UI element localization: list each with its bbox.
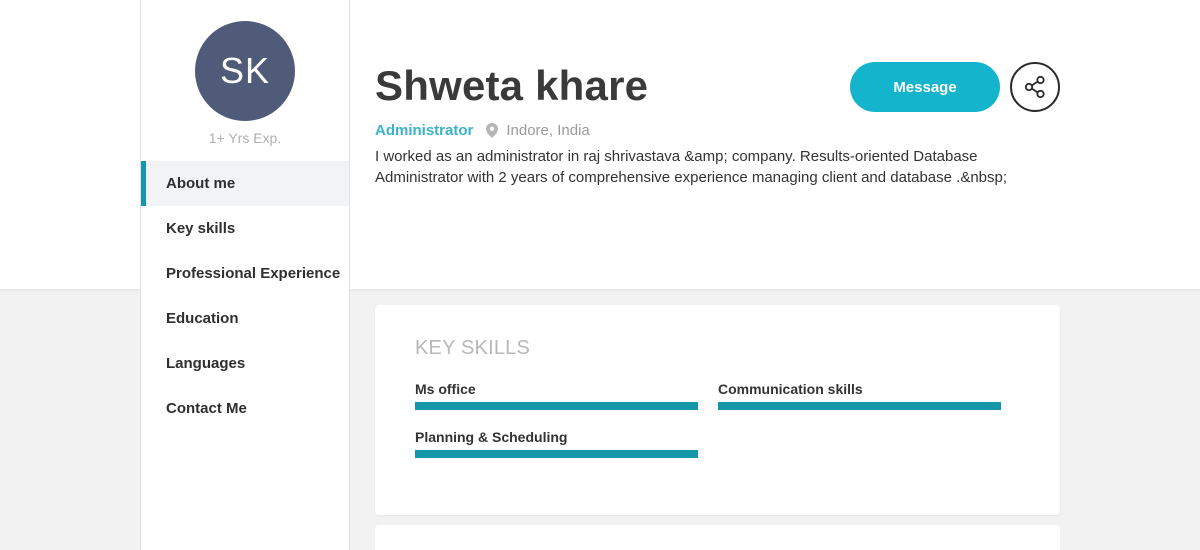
sidebar-item-label: About me xyxy=(166,175,236,192)
sidebar-item-label: Education xyxy=(166,310,239,327)
sidebar-nav: About me Key skills Professional Experie… xyxy=(141,161,349,431)
sidebar-item-professional-experience[interactable]: Professional Experience xyxy=(141,251,349,296)
skill-bar xyxy=(415,450,698,458)
skill-bar-fill xyxy=(415,402,698,410)
skill-item: Communication skills xyxy=(718,380,1001,410)
key-skills-title: KEY SKILLS xyxy=(415,337,531,359)
skill-bar-fill xyxy=(415,450,698,458)
sidebar-item-key-skills[interactable]: Key skills xyxy=(141,206,349,251)
sidebar-item-label: Languages xyxy=(166,355,246,372)
avatar: SK xyxy=(195,21,295,121)
profile-bio: I worked as an administrator in raj shri… xyxy=(375,148,1008,186)
share-button[interactable] xyxy=(1010,62,1060,112)
sidebar-item-about-me[interactable]: About me xyxy=(141,161,349,206)
sidebar: SK 1+ Yrs Exp. About me Key skills Profe… xyxy=(140,0,350,550)
sidebar-item-contact-me[interactable]: Contact Me xyxy=(141,386,349,431)
sidebar-item-label: Contact Me xyxy=(166,400,247,417)
skill-bar-fill xyxy=(718,402,1001,410)
skill-bar xyxy=(415,402,698,410)
profile-name: Shweta khare xyxy=(375,62,649,109)
location-pin-icon xyxy=(486,122,499,138)
sidebar-item-label: Professional Experience xyxy=(166,265,341,282)
role-location-row: Administrator Indore, India xyxy=(375,120,590,140)
skill-item: Ms office xyxy=(415,380,698,410)
skill-label: Planning & Scheduling xyxy=(415,429,568,445)
skill-bar xyxy=(718,402,1001,410)
skill-label: Communication skills xyxy=(718,381,863,397)
message-button-label: Message xyxy=(893,78,957,96)
sidebar-item-education[interactable]: Education xyxy=(141,296,349,341)
message-button[interactable]: Message xyxy=(850,62,1000,112)
next-section-card xyxy=(375,525,1060,550)
profile-role[interactable]: Administrator xyxy=(375,122,473,139)
skill-label: Ms office xyxy=(415,381,476,397)
profile-location: Indore, India xyxy=(506,121,590,139)
sidebar-item-label: Key skills xyxy=(166,220,236,237)
experience-label: 1+ Yrs Exp. xyxy=(208,130,282,146)
sidebar-item-languages[interactable]: Languages xyxy=(141,341,349,386)
skill-item: Planning & Scheduling xyxy=(415,428,698,458)
share-icon xyxy=(1024,75,1045,99)
avatar-initials: SK xyxy=(219,50,271,91)
key-skills-card: KEY SKILLS Ms office Communication skill… xyxy=(375,305,1060,515)
